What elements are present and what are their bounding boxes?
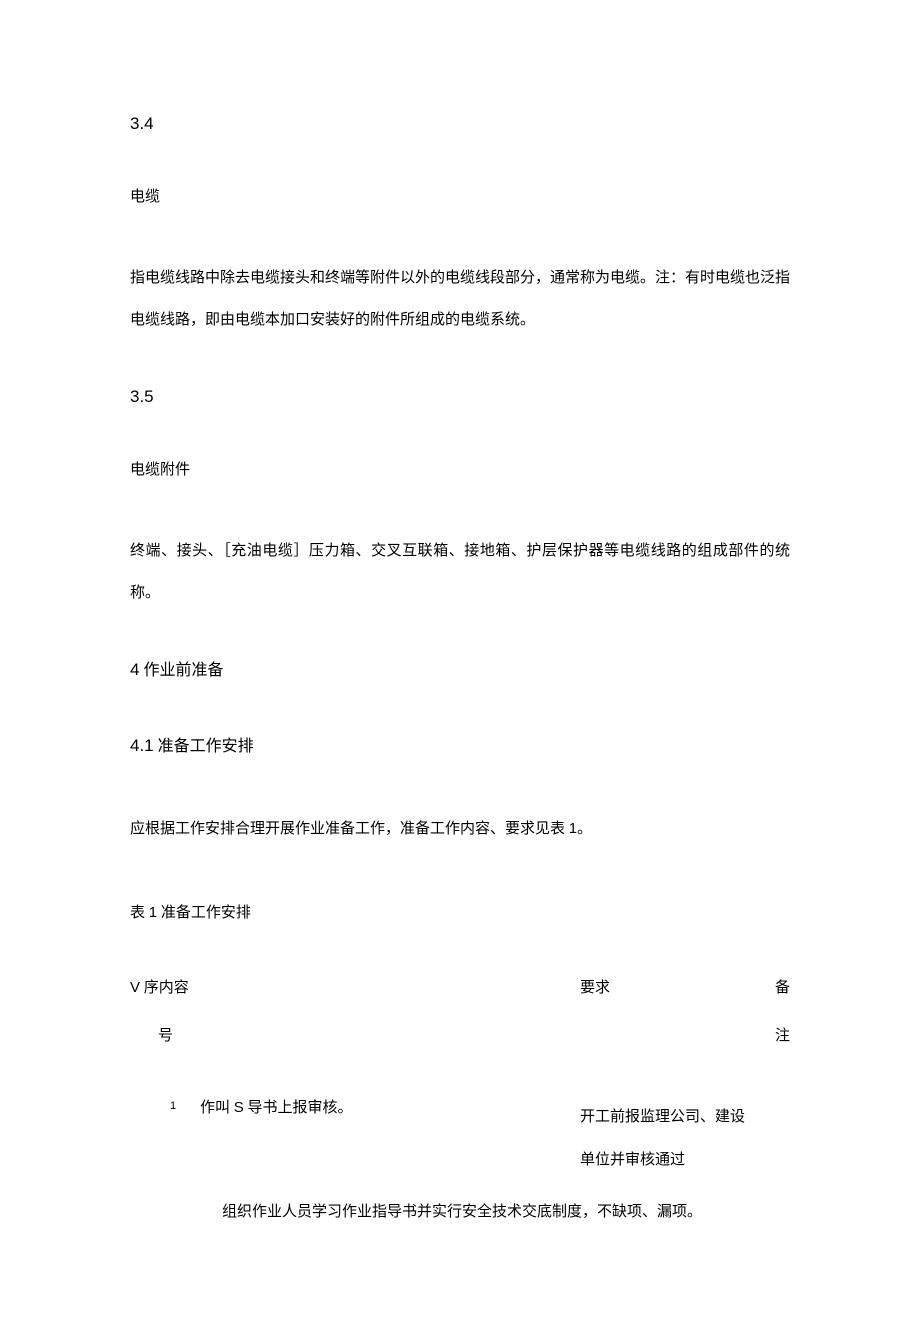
- header-col1-text: 序内容: [140, 980, 189, 996]
- table-bottom-line: 组织作业人员学习作业指导书并实行安全技术交底制度，不缺项、漏项。: [130, 1200, 790, 1224]
- row-content-a: 作叫: [200, 1100, 234, 1116]
- header-v: V: [130, 979, 140, 996]
- table-caption: 表 1 准备工作安排: [130, 892, 790, 934]
- row-requirement: 开工前报监理公司、建设单位并审核通过: [580, 1096, 750, 1183]
- section-4-1-para: 应根据工作安排合理开展作业准备工作，准备工作内容、要求见表 1。: [130, 808, 790, 850]
- section-3-5-num: 3.5: [130, 383, 790, 410]
- para-prefix: 应根据工作安排合理开展作业准备工作，准备工作内容、要求见表: [130, 821, 569, 837]
- caption-num: 1: [149, 904, 157, 921]
- table-header-col2: 要求: [580, 976, 610, 1000]
- section-3-4-num: 3.4: [130, 110, 790, 137]
- table-header-row-1: V 序内容 要求 备: [130, 976, 790, 1006]
- section-3-4-para: 指电缆线路中除去电缆接头和终端等附件以外的电缆线段部分，通常称为电缆。注：有时电…: [130, 257, 790, 341]
- table-header-col3: 备: [775, 976, 790, 1000]
- para-suffix: 。: [577, 821, 592, 837]
- section-4-1-heading: 4.1 准备工作安排: [130, 732, 790, 760]
- row-content-b: 导书上报审核。: [244, 1100, 353, 1116]
- caption-a: 表: [130, 905, 149, 921]
- section-4-heading: 4 作业前准备: [130, 656, 790, 684]
- header-row2-b: 注: [775, 1024, 790, 1048]
- table-header-row-2: 号 注: [130, 1024, 790, 1054]
- row-content-s: S: [234, 1099, 244, 1116]
- caption-b: 准备工作安排: [157, 905, 251, 921]
- row-num: 1: [170, 1098, 176, 1116]
- section-3-4-title: 电缆: [130, 185, 790, 209]
- section-4-1-num: 4.1: [130, 736, 154, 755]
- para-num: 1: [569, 820, 577, 837]
- header-row2-a: 号: [158, 1024, 173, 1048]
- section-3-5-para: 终端、接头、［充油电缆］压力箱、交叉互联箱、接地箱、护层保护器等电缆线路的组成部…: [130, 530, 790, 614]
- section-3-5-title: 电缆附件: [130, 458, 790, 482]
- row-content: 作叫 S 导书上报审核。: [200, 1096, 353, 1120]
- section-4-1-text: 准备工作安排: [154, 738, 254, 755]
- section-4-text: 作业前准备: [139, 662, 223, 679]
- table-header-col1: V 序内容: [130, 976, 189, 1000]
- table-row: 1 作叫 S 导书上报审核。 开工前报监理公司、建设单位并审核通过: [130, 1096, 790, 1172]
